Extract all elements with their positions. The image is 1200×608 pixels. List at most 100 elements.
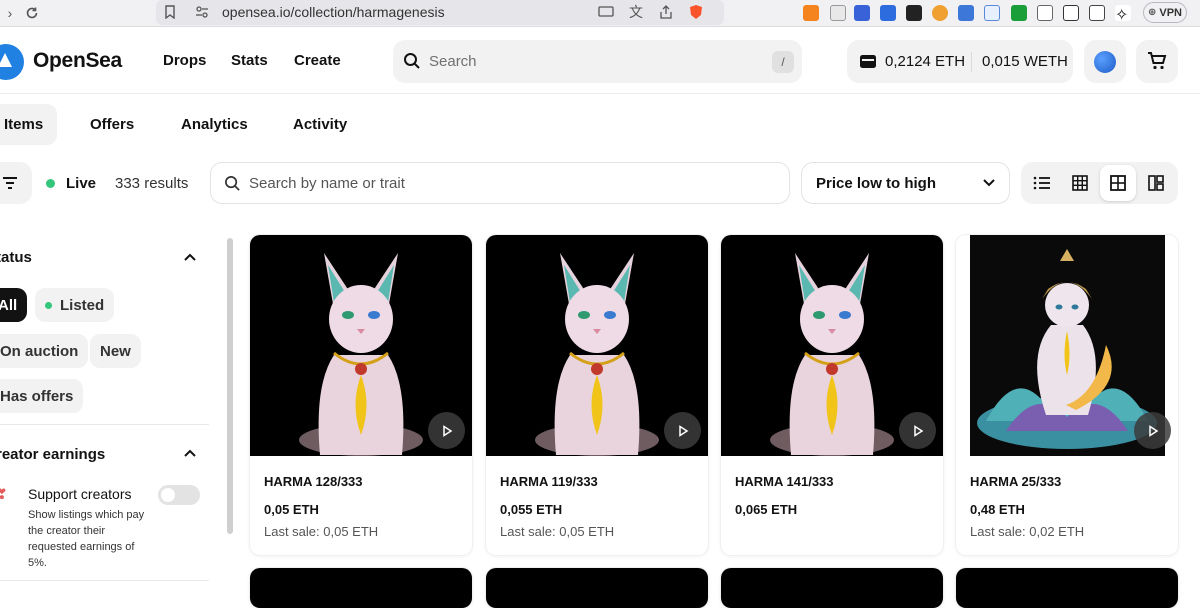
support-creators-toggle[interactable] (158, 485, 200, 505)
address-bar[interactable]: opensea.io/collection/harmagenesis 文 (156, 0, 724, 25)
sparkle-icon[interactable]: ✧ (1115, 5, 1131, 24)
cart-button[interactable] (1136, 40, 1178, 83)
url-text[interactable]: opensea.io/collection/harmagenesis (222, 4, 445, 20)
share-icon[interactable] (656, 2, 676, 22)
search-input[interactable]: Search / (393, 40, 802, 83)
tab-offers[interactable]: Offers (76, 104, 148, 145)
chevron-up-icon[interactable] (184, 448, 196, 460)
cart-icon (1148, 52, 1167, 70)
listed-dot-icon (45, 301, 52, 309)
nft-name: HARMA 119/333 (500, 474, 598, 489)
nft-card[interactable] (250, 568, 472, 608)
nav-drops[interactable]: Drops (163, 52, 206, 69)
status-chip-listed[interactable]: Listed (35, 288, 115, 322)
grid-view-button[interactable] (1100, 165, 1136, 201)
forward-icon[interactable]: › (0, 3, 20, 23)
search-shortcut: / (772, 51, 794, 73)
play-button[interactable] (428, 412, 465, 449)
play-button[interactable] (899, 412, 936, 449)
opensea-logo-icon[interactable] (0, 44, 24, 80)
play-icon (913, 424, 923, 437)
live-label: Live (66, 175, 97, 192)
extension-icon[interactable] (984, 5, 1000, 21)
play-button[interactable] (1134, 412, 1171, 449)
nft-image (956, 568, 1178, 608)
nft-card[interactable] (486, 568, 708, 608)
extension-icon[interactable] (958, 5, 974, 21)
trait-search-input[interactable]: Search by name or trait (210, 162, 790, 204)
nft-last-sale: Last sale: 0,05 ETH (500, 524, 615, 539)
nft-card[interactable]: HARMA 119/333 0,055 ETH Last sale: 0,05 … (486, 235, 708, 555)
site-header: OpenSea Drops Stats Create Search / 0,21… (0, 28, 1200, 94)
filter-toggle-button[interactable] (0, 162, 32, 204)
sidebar-divider (0, 424, 209, 425)
extension-icon[interactable] (854, 5, 870, 21)
profile-button[interactable] (1084, 40, 1126, 83)
play-icon (442, 424, 452, 437)
nft-price: 0,065 ETH (735, 502, 798, 517)
view-mode-switcher (1021, 162, 1178, 204)
weth-balance: 0,015 WETH (982, 53, 1068, 70)
extension-icon[interactable] (932, 5, 948, 21)
site-settings-icon[interactable] (192, 2, 212, 22)
filter-icon (3, 177, 17, 189)
vpn-icon: ⊕ (1147, 7, 1157, 18)
nav-stats[interactable]: Stats (231, 52, 268, 69)
nft-card[interactable]: HARMA 141/333 0,065 ETH (721, 235, 943, 555)
search-icon (404, 53, 420, 69)
tab-analytics[interactable]: Analytics (167, 104, 262, 145)
metamask-icon[interactable] (803, 5, 819, 21)
status-chip-on-auction[interactable]: On auction (0, 334, 89, 368)
bookmark-icon[interactable] (160, 2, 180, 22)
puzzle-icon[interactable] (1037, 5, 1053, 21)
status-chip-has-offers[interactable]: Has offers (0, 379, 84, 413)
nft-image (721, 568, 943, 608)
nft-price: 0,48 ETH (970, 502, 1025, 517)
balance-divider (971, 52, 972, 72)
nft-name: HARMA 25/333 (970, 474, 1062, 489)
sort-label: Price low to high (816, 175, 937, 192)
nft-card[interactable]: HARMA 128/333 0,05 ETH Last sale: 0,05 E… (250, 235, 472, 555)
brave-shield-icon[interactable] (686, 2, 706, 22)
chevron-up-icon[interactable] (184, 252, 196, 264)
nft-last-sale: Last sale: 0,02 ETH (970, 524, 1085, 539)
status-chip-new[interactable]: New (90, 334, 141, 368)
list-view-button[interactable] (1024, 165, 1060, 201)
extension-icon[interactable] (906, 5, 922, 21)
browser-toolbar: › opensea.io/collection/harmagenesis 文 ✧… (0, 0, 1200, 27)
creator-earnings-title[interactable]: reator earnings (0, 446, 105, 463)
small-grid-icon (1072, 175, 1088, 191)
live-indicator-icon (46, 179, 55, 188)
extension-icon[interactable] (830, 5, 846, 21)
grid-icon (1110, 175, 1126, 191)
sidebar-icon[interactable] (1063, 5, 1079, 21)
play-icon (678, 424, 688, 437)
support-creators-description: Show listings which pay the creator thei… (28, 509, 145, 569)
small-grid-view-button[interactable] (1062, 165, 1098, 201)
status-filter-title[interactable]: tatus (0, 249, 32, 266)
extension-icon[interactable] (880, 5, 896, 21)
search-placeholder: Search (429, 53, 477, 70)
wallet-icon[interactable] (1089, 5, 1105, 21)
play-button[interactable] (664, 412, 701, 449)
wallet-balance[interactable]: 0,2124 ETH 0,015 WETH (847, 40, 1073, 83)
reload-icon[interactable] (22, 3, 42, 23)
large-grid-view-button[interactable] (1138, 165, 1174, 201)
status-chip-all[interactable]: All (0, 288, 28, 322)
sidebar-scrollbar[interactable] (227, 238, 233, 534)
cast-icon[interactable] (596, 2, 616, 22)
extension-icon[interactable] (1011, 5, 1027, 21)
vpn-button[interactable]: ⊕ VPN (1143, 2, 1187, 23)
nav-create[interactable]: Create (294, 52, 341, 69)
logo-text[interactable]: OpenSea (33, 49, 122, 73)
wallet-icon (860, 55, 876, 68)
nft-card[interactable] (721, 568, 943, 608)
heart-icon: ❣ (0, 486, 8, 502)
nft-price: 0,055 ETH (500, 502, 563, 517)
translate-icon[interactable]: 文 (626, 2, 646, 22)
tab-items[interactable]: Items (0, 104, 58, 145)
nft-card[interactable]: HARMA 25/333 0,48 ETH Last sale: 0,02 ET… (956, 235, 1178, 555)
sort-select[interactable]: Price low to high (801, 162, 1010, 204)
tab-activity[interactable]: Activity (279, 104, 361, 145)
nft-card[interactable] (956, 568, 1178, 608)
